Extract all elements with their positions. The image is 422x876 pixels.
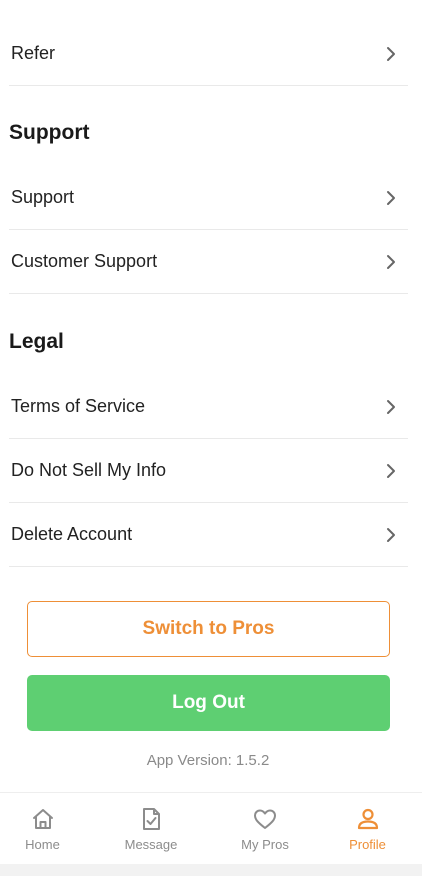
- menu-row-label: Delete Account: [11, 524, 133, 544]
- tab-label: Message: [124, 837, 178, 852]
- menu-row-terms-of-service[interactable]: Terms of Service: [9, 375, 408, 439]
- home-icon: [30, 806, 56, 832]
- heart-icon: [252, 806, 278, 832]
- chevron-right-icon: [380, 187, 402, 209]
- menu-row-label: Do Not Sell My Info: [11, 460, 167, 480]
- tab-message[interactable]: Message: [85, 793, 217, 864]
- tab-home[interactable]: Home: [0, 793, 85, 864]
- menu-row-label: Refer: [11, 43, 56, 63]
- bottom-tab-bar: Home Message My Pros Profile: [0, 792, 422, 864]
- chevron-right-icon: [380, 524, 402, 546]
- chevron-right-icon: [380, 251, 402, 273]
- menu-row-label: Support: [11, 187, 75, 207]
- tab-label: Home: [25, 837, 60, 852]
- chevron-right-icon: [380, 43, 402, 65]
- profile-screen: Refer Support Support Customer Support L…: [0, 0, 422, 876]
- menu-row-delete-account[interactable]: Delete Account: [9, 503, 408, 567]
- section-title-support: Support: [9, 121, 90, 144]
- menu-row-support[interactable]: Support: [9, 166, 408, 230]
- section-title-legal: Legal: [9, 330, 64, 353]
- system-nav-strip: [0, 864, 422, 876]
- tab-profile[interactable]: Profile: [313, 793, 422, 864]
- user-icon: [355, 806, 381, 832]
- chevron-right-icon: [380, 460, 402, 482]
- menu-row-customer-support[interactable]: Customer Support: [9, 230, 408, 294]
- tab-label: My Pros: [241, 837, 289, 852]
- switch-to-pros-button[interactable]: Switch to Pros: [27, 601, 390, 657]
- log-out-button[interactable]: Log Out: [27, 675, 390, 731]
- menu-row-label: Customer Support: [11, 251, 158, 271]
- app-version: App Version: 1.5.2: [146, 752, 270, 769]
- menu-row-refer[interactable]: Refer: [9, 22, 408, 86]
- tab-my-pros[interactable]: My Pros: [217, 793, 313, 864]
- tab-label: Profile: [349, 837, 386, 852]
- menu-row-label: Terms of Service: [11, 396, 146, 416]
- chevron-right-icon: [380, 396, 402, 418]
- document-check-icon: [138, 806, 164, 832]
- menu-row-do-not-sell[interactable]: Do Not Sell My Info: [9, 439, 408, 503]
